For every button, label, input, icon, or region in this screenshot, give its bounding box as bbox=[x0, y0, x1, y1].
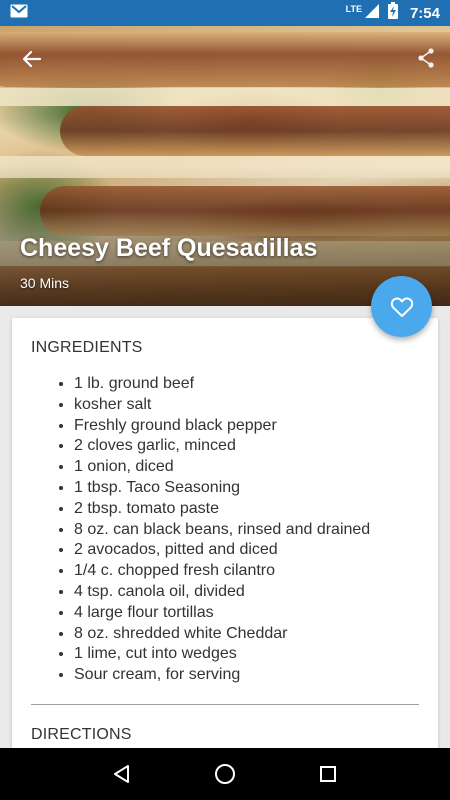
ingredient-item: 1 tbsp. Taco Seasoning bbox=[74, 478, 370, 499]
ingredients-list: 1 lb. ground beefkosher saltFreshly grou… bbox=[74, 374, 370, 686]
home-circle-icon bbox=[214, 764, 235, 784]
recipe-hero-image bbox=[0, 26, 450, 306]
ingredient-item: 1 onion, diced bbox=[74, 457, 370, 478]
ingredient-item: Freshly ground black pepper bbox=[74, 416, 370, 437]
recipe-time: 30 Mins bbox=[20, 275, 70, 291]
nav-back-button[interactable] bbox=[107, 759, 137, 789]
gmail-icon bbox=[10, 4, 28, 23]
back-button[interactable] bbox=[18, 45, 46, 73]
ingredient-item: 2 avocados, pitted and diced bbox=[74, 540, 370, 561]
heart-outline-icon bbox=[390, 297, 413, 317]
ingredient-item: 1 lb. ground beef bbox=[74, 374, 370, 395]
lte-signal-icon bbox=[364, 3, 380, 24]
nav-recents-button[interactable] bbox=[313, 759, 343, 789]
arrow-back-icon bbox=[22, 50, 42, 68]
ingredient-item: 1 lime, cut into wedges bbox=[74, 644, 370, 665]
ingredient-item: 4 tsp. canola oil, divided bbox=[74, 582, 370, 603]
ingredient-item: 8 oz. can black beans, rinsed and draine… bbox=[74, 520, 370, 541]
back-triangle-icon bbox=[113, 765, 129, 783]
status-bar: LTE 7:54 bbox=[0, 0, 450, 26]
system-nav-bar bbox=[0, 748, 450, 800]
ingredient-item: kosher salt bbox=[74, 395, 370, 416]
ingredient-item: Sour cream, for serving bbox=[74, 665, 370, 686]
recipe-title: Cheesy Beef Quesadillas bbox=[20, 234, 318, 262]
share-button[interactable] bbox=[414, 44, 438, 72]
share-icon bbox=[418, 48, 434, 68]
battery-charging-icon bbox=[387, 2, 398, 24]
recents-square-icon bbox=[320, 766, 337, 782]
favorite-button[interactable] bbox=[371, 276, 432, 337]
ingredient-item: 8 oz. shredded white Cheddar bbox=[74, 624, 370, 645]
clock: 7:54 bbox=[409, 4, 440, 22]
ingredients-heading: INGREDIENTS bbox=[31, 339, 143, 356]
ingredient-item: 2 cloves garlic, minced bbox=[74, 436, 370, 457]
ingredient-item: 1/4 c. chopped fresh cilantro bbox=[74, 561, 370, 582]
ingredient-item: 2 tbsp. tomato paste bbox=[74, 499, 370, 520]
directions-heading: DIRECTIONS bbox=[31, 726, 132, 743]
ingredient-item: 4 large flour tortillas bbox=[74, 603, 370, 624]
recipe-details-card: INGREDIENTS 1 lb. ground beefkosher salt… bbox=[12, 318, 438, 758]
network-type-label: LTE bbox=[345, 4, 362, 14]
nav-home-button[interactable] bbox=[210, 759, 240, 789]
section-divider bbox=[31, 704, 419, 705]
